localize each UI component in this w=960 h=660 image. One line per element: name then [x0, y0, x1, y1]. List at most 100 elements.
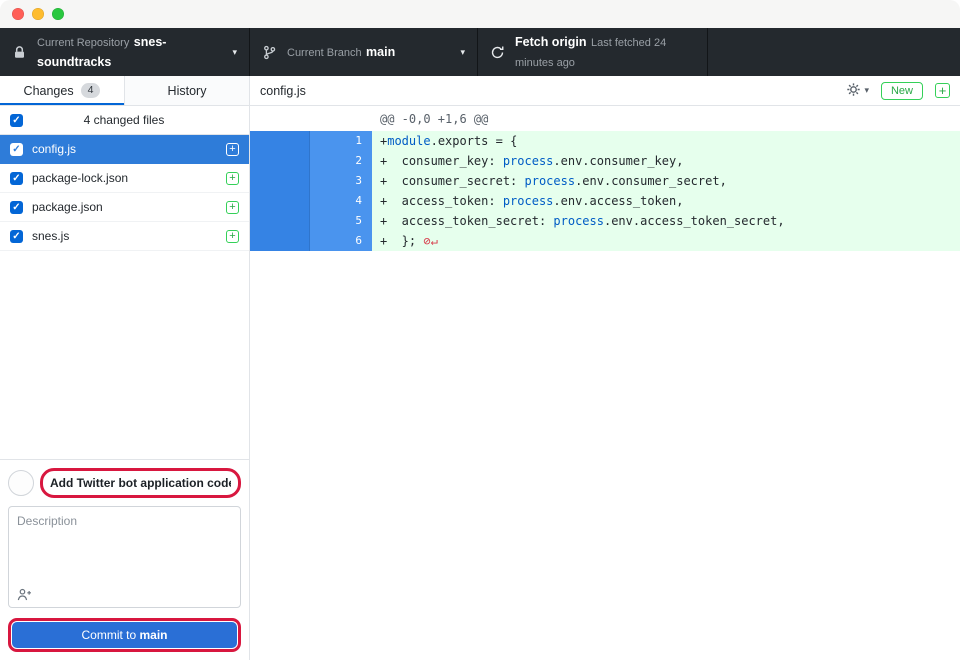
- chevron-down-icon: ▾: [864, 85, 869, 96]
- code-segment: process: [503, 154, 554, 168]
- changed-files-row: 4 changed files: [0, 106, 249, 135]
- summary-annotation-highlight: [40, 468, 241, 498]
- diff-line-number[interactable]: 1: [310, 131, 372, 151]
- added-status-icon: [226, 172, 239, 185]
- tab-history[interactable]: History: [125, 76, 249, 105]
- diff-line-number[interactable]: 6: [310, 231, 372, 251]
- tab-changes-label: Changes: [24, 84, 74, 98]
- diff-line: 5+ access_token_secret: process.env.acce…: [250, 211, 960, 231]
- file-row[interactable]: config.js: [0, 135, 249, 164]
- code-segment: .env.access_token_secret,: [604, 214, 785, 228]
- file-name: config.js: [32, 142, 217, 156]
- diff-code: + access_token_secret: process.env.acces…: [372, 211, 960, 231]
- gear-icon: [846, 82, 861, 100]
- file-row[interactable]: package.json: [0, 193, 249, 222]
- diff-line-number[interactable]: 2: [310, 151, 372, 171]
- commit-summary-input[interactable]: [46, 472, 235, 494]
- file-checkbox[interactable]: [10, 201, 23, 214]
- sidebar: Changes 4 History 4 changed files config…: [0, 76, 250, 660]
- branch-name: main: [366, 45, 395, 59]
- commit-button-annotation-highlight: Commit to main: [8, 618, 241, 652]
- sidebar-tabs: Changes 4 History: [0, 76, 249, 106]
- file-name: package.json: [32, 200, 217, 214]
- added-status-icon: [226, 143, 239, 156]
- plus-square-icon[interactable]: [935, 83, 950, 98]
- diff-gutter-select[interactable]: [250, 231, 310, 251]
- file-checkbox[interactable]: [10, 143, 23, 156]
- diff-code: + }; ⊘↵: [372, 231, 960, 251]
- file-name: package-lock.json: [32, 171, 217, 185]
- code-segment: ⊘↵: [423, 234, 437, 248]
- diff-line: 3 + consumer_secret: process.env.consumer…: [250, 171, 960, 191]
- app-body: Changes 4 History 4 changed files config…: [0, 76, 960, 660]
- avatar: [8, 470, 34, 496]
- commit-summary-row: [8, 468, 241, 498]
- diff-line-number[interactable]: 3: [310, 171, 372, 191]
- file-row[interactable]: package-lock.json: [0, 164, 249, 193]
- diff-line: 1+module.exports = {: [250, 131, 960, 151]
- zoom-button[interactable]: [52, 8, 64, 20]
- repository-text: Current Repository snes-soundtracks: [37, 32, 224, 72]
- commit-description-input[interactable]: [9, 507, 240, 579]
- diff-header-actions: ▾ New: [846, 82, 950, 100]
- file-status-badge: New: [881, 82, 923, 100]
- diff-options-dropdown[interactable]: ▾: [846, 82, 869, 100]
- minimize-button[interactable]: [32, 8, 44, 20]
- commit-panel: Commit to main: [0, 459, 249, 660]
- hunk-header: @@ -0,0 +1,6 @@: [250, 106, 960, 131]
- code-segment: + consumer_secret:: [380, 174, 525, 188]
- code-segment: .env.access_token,: [553, 194, 683, 208]
- code-segment: .env.consumer_secret,: [575, 174, 727, 188]
- diff-gutter-select[interactable]: [250, 211, 310, 231]
- diff-line-number[interactable]: 5: [310, 211, 372, 231]
- branch-text: Current Branch main: [287, 42, 452, 62]
- commit-description-box: [8, 506, 241, 608]
- file-checkbox[interactable]: [10, 230, 23, 243]
- diff-line: 6+ }; ⊘↵: [250, 231, 960, 251]
- code-segment: module: [387, 134, 430, 148]
- diff-code: +module.exports = {: [372, 131, 960, 151]
- commit-button[interactable]: Commit to main: [12, 622, 237, 648]
- diff-content: @@ -0,0 +1,6 @@ 1+module.exports = {2+ c…: [250, 106, 960, 660]
- code-segment: process: [553, 214, 604, 228]
- toolbar: Current Repository snes-soundtracks ▾ Cu…: [0, 28, 960, 76]
- sidebar-spacer: [0, 251, 249, 459]
- diff-line: 2+ consumer_key: process.env.consumer_ke…: [250, 151, 960, 171]
- diff-code: + consumer_key: process.env.consumer_key…: [372, 151, 960, 171]
- chevron-down-icon: ▾: [460, 47, 465, 58]
- fetch-origin-button[interactable]: Fetch origin Last fetched 24 minutes ago: [478, 28, 708, 76]
- code-segment: process: [525, 174, 576, 188]
- close-button[interactable]: [12, 8, 24, 20]
- hunk-header-text: @@ -0,0 +1,6 @@: [380, 112, 488, 126]
- lock-icon: [12, 45, 27, 60]
- diff-gutter-select[interactable]: [250, 131, 310, 151]
- titlebar: [0, 0, 960, 28]
- diff-gutter-select[interactable]: [250, 191, 310, 211]
- fetch-text: Fetch origin Last fetched 24 minutes ago: [515, 32, 695, 72]
- code-segment: + access_token_secret:: [380, 214, 553, 228]
- added-status-icon: [226, 201, 239, 214]
- current-branch-dropdown[interactable]: Current Branch main ▾: [250, 28, 478, 76]
- sync-icon: [490, 45, 505, 60]
- file-checkbox[interactable]: [10, 172, 23, 185]
- code-segment: + consumer_key:: [380, 154, 503, 168]
- git-branch-icon: [262, 45, 277, 60]
- file-row[interactable]: snes.js: [0, 222, 249, 251]
- diff-gutter-select[interactable]: [250, 151, 310, 171]
- commit-button-branch: main: [140, 628, 168, 642]
- code-segment: process: [503, 194, 554, 208]
- code-segment: + };: [380, 234, 423, 248]
- tab-changes[interactable]: Changes 4: [0, 76, 125, 105]
- add-coauthor-icon[interactable]: [17, 588, 32, 601]
- diff-code: + access_token: process.env.access_token…: [372, 191, 960, 211]
- added-status-icon: [226, 230, 239, 243]
- diff-lines: 1+module.exports = {2+ consumer_key: pro…: [250, 131, 960, 251]
- code-segment: .exports = {: [431, 134, 518, 148]
- current-repository-dropdown[interactable]: Current Repository snes-soundtracks ▾: [0, 28, 250, 76]
- diff-filename: config.js: [260, 84, 846, 98]
- chevron-down-icon: ▾: [232, 47, 237, 58]
- tab-history-label: History: [168, 84, 207, 98]
- diff-line-number[interactable]: 4: [310, 191, 372, 211]
- select-all-checkbox[interactable]: [10, 114, 23, 127]
- diff-gutter-select[interactable]: [250, 171, 310, 191]
